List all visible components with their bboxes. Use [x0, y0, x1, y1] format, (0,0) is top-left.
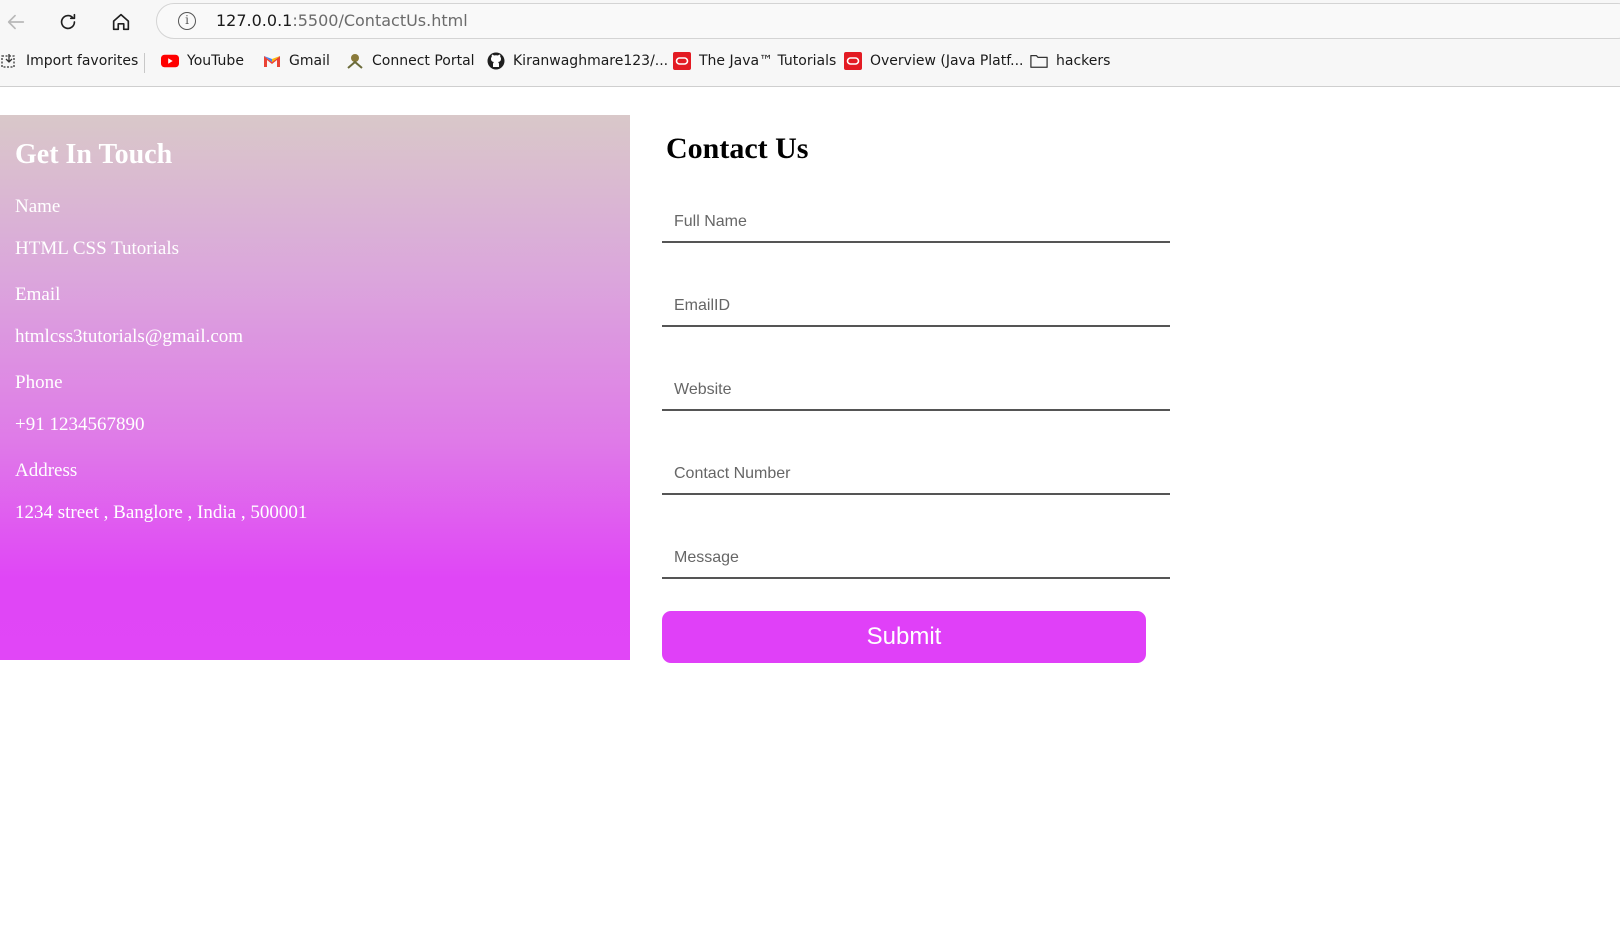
contact-info-panel: Get In Touch Name HTML CSS Tutorials Ema… — [0, 115, 630, 660]
back-button[interactable] — [0, 6, 32, 38]
home-button[interactable] — [105, 6, 137, 38]
github-icon — [487, 52, 505, 70]
bookmark-label: Overview (Java Platf... — [870, 53, 1024, 69]
phone-value: +91 1234567890 — [15, 414, 145, 435]
url-text[interactable]: 127.0.0.1:5500/ContactUs.html — [216, 11, 468, 30]
name-label: Name — [15, 196, 61, 217]
reload-button[interactable] — [52, 6, 84, 38]
bookmark-label: YouTube — [187, 53, 244, 69]
oracle-icon — [673, 52, 691, 70]
import-icon — [0, 52, 18, 70]
bookmark-folder-hackers[interactable]: hackers — [1030, 52, 1110, 70]
bookmark-label: Import favorites — [26, 53, 139, 69]
bookmark-java-platform-overview[interactable]: Overview (Java Platf... — [844, 52, 1024, 70]
bookmark-label: The Java™ Tutorials — [699, 53, 837, 69]
reload-icon — [60, 13, 76, 30]
connect-portal-icon — [346, 52, 364, 70]
address-value: 1234 street , Banglore , India , 500001 — [15, 502, 308, 523]
phone-label: Phone — [15, 372, 63, 393]
bookmark-java-tutorials[interactable]: The Java™ Tutorials — [673, 52, 836, 70]
bookmark-youtube[interactable]: YouTube — [161, 52, 244, 70]
address-bar[interactable]: i 127.0.0.1:5500/ContactUs.html — [156, 3, 1620, 39]
site-info-icon[interactable]: i — [178, 12, 196, 30]
bookmark-github[interactable]: Kiranwaghmare123/... — [487, 52, 668, 70]
email-input[interactable] — [662, 287, 1170, 327]
bookmarks-bar: Import favorites YouTube Gmail Connect P… — [0, 50, 1620, 76]
submit-button[interactable]: Submit — [662, 611, 1146, 663]
arrow-left-icon — [7, 14, 25, 30]
youtube-icon — [161, 52, 179, 70]
oracle-icon — [844, 52, 862, 70]
address-label: Address — [15, 460, 78, 481]
contact-number-input[interactable] — [662, 455, 1170, 495]
bookmark-label: Gmail — [289, 53, 330, 69]
bookmarks-divider — [144, 53, 145, 73]
full-name-input[interactable] — [662, 203, 1170, 243]
email-label: Email — [15, 284, 61, 305]
name-value: HTML CSS Tutorials — [15, 238, 180, 259]
bookmark-label: hackers — [1056, 53, 1111, 69]
home-icon — [112, 13, 130, 31]
browser-toolbar: i 127.0.0.1:5500/ContactUs.html Import f… — [0, 0, 1620, 87]
folder-icon — [1030, 52, 1048, 70]
bookmark-label: Kiranwaghmare123/... — [513, 53, 669, 69]
bookmark-gmail[interactable]: Gmail — [263, 52, 330, 70]
url-host: 127.0.0.1 — [216, 11, 293, 30]
message-input[interactable] — [662, 539, 1170, 579]
gmail-icon — [263, 52, 281, 70]
email-value: htmlcss3tutorials@gmail.com — [15, 326, 244, 347]
bookmark-label: Connect Portal — [372, 53, 475, 69]
contact-info-title: Get In Touch — [15, 139, 173, 170]
contact-form-title: Contact Us — [666, 132, 809, 165]
url-path: :5500/ContactUs.html — [292, 11, 468, 30]
website-input[interactable] — [662, 371, 1170, 411]
bookmark-connect-portal[interactable]: Connect Portal — [346, 52, 475, 70]
bookmark-import-favorites[interactable]: Import favorites — [0, 52, 138, 70]
